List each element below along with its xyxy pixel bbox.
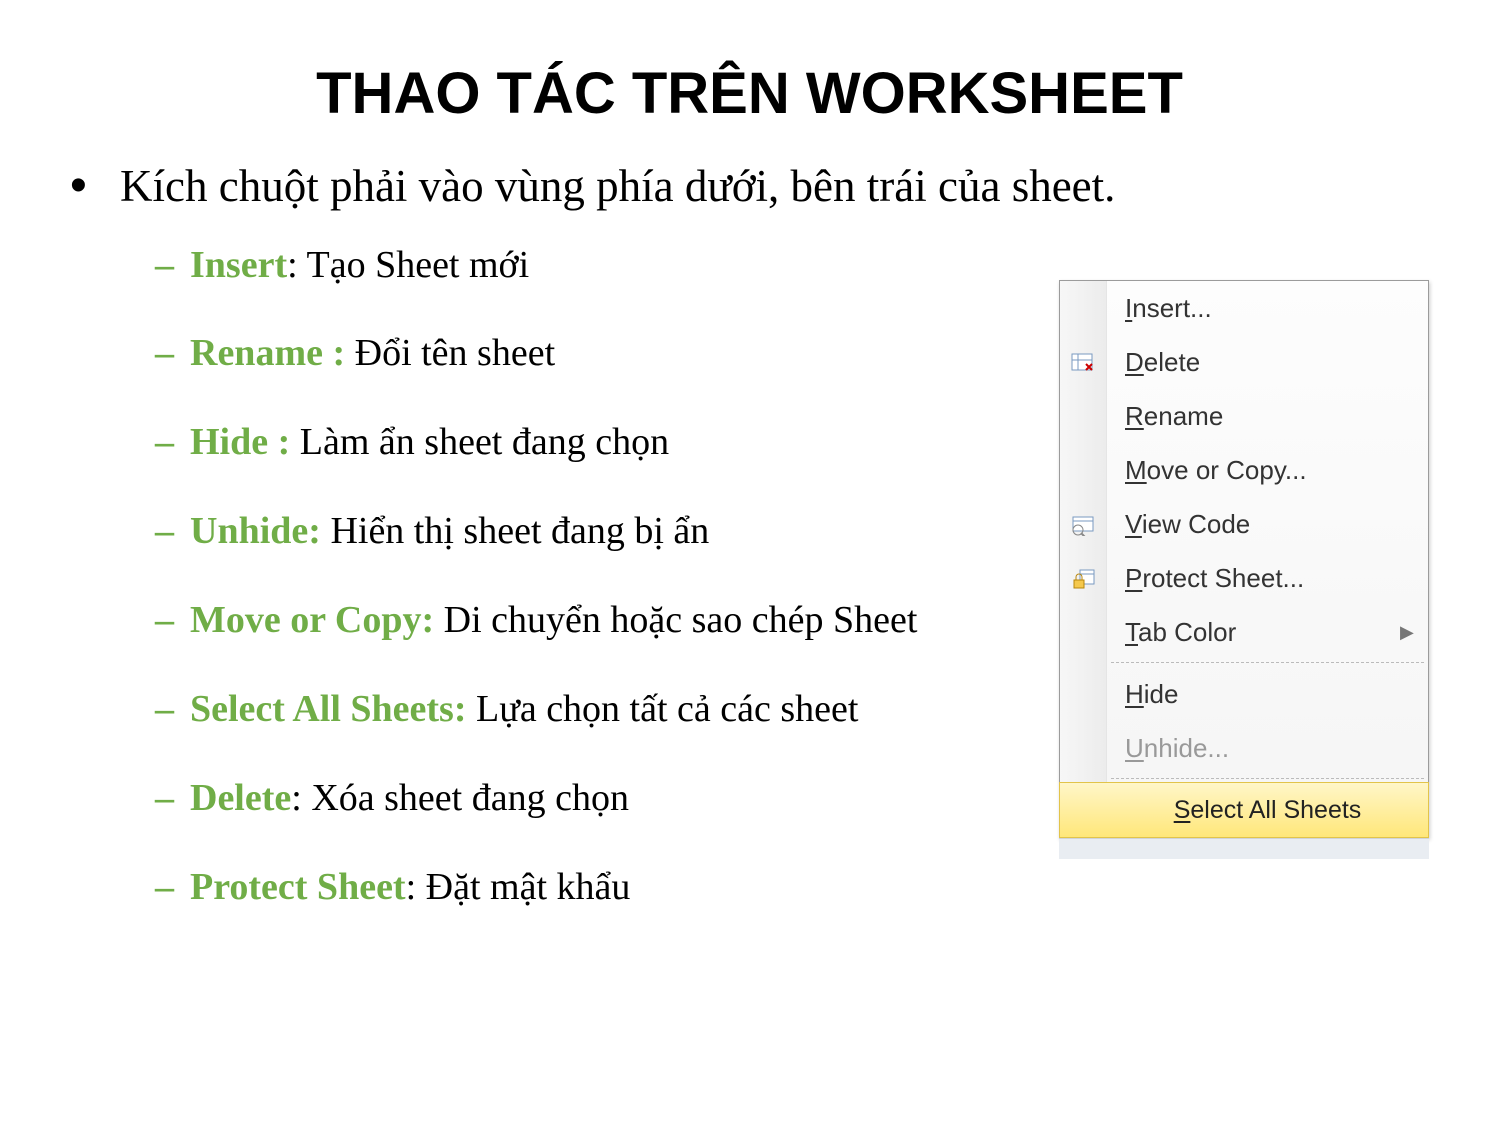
blank-icon [1060, 783, 1107, 837]
list-item: Protect Sheet: Đặt mật khẩu [155, 858, 975, 917]
blank-icon [1060, 667, 1107, 721]
delete-sheet-icon [1060, 335, 1107, 389]
menu-item-tab-color[interactable]: Tab Color ▶ [1060, 605, 1428, 659]
list-item: Move or Copy: Di chuyển hoặc sao chép Sh… [155, 591, 975, 650]
menu-item-move-or-copy[interactable]: Move or Copy... [1060, 443, 1428, 497]
submenu-arrow-icon: ▶ [1400, 622, 1428, 643]
term: Delete [190, 777, 291, 819]
term: Insert [190, 244, 287, 286]
list-item: Insert: Tạo Sheet mới [155, 236, 975, 295]
term: Rename [190, 332, 332, 374]
definition-list: Insert: Tạo Sheet mới Rename : Đổi tên s… [120, 236, 975, 917]
blank-icon [1060, 721, 1107, 775]
menu-item-hide[interactable]: Hide [1060, 667, 1428, 721]
menu-item-delete[interactable]: Delete [1060, 335, 1428, 389]
term: Unhide [190, 510, 308, 552]
list-item: Rename : Đổi tên sheet [155, 324, 975, 383]
term: Select All Sheets [190, 688, 454, 730]
slide-title: THAO TÁC TRÊN WORKSHEET [70, 60, 1429, 127]
menu-item-rename[interactable]: Rename [1060, 389, 1428, 443]
blank-icon [1060, 389, 1107, 443]
blank-icon [1060, 281, 1107, 335]
view-code-icon [1060, 497, 1107, 551]
desc: Tạo Sheet mới [306, 244, 529, 286]
menu-separator [1060, 659, 1428, 667]
desc: Đặt mật khẩu [426, 866, 631, 908]
menu-item-view-code[interactable]: View Code [1060, 497, 1428, 551]
desc: Hiển thị sheet đang bị ẩn [330, 510, 709, 552]
protect-sheet-icon [1060, 551, 1107, 605]
desc: Làm ẩn sheet đang chọn [300, 421, 669, 463]
blank-icon [1060, 443, 1107, 497]
menu-item-select-all-sheets[interactable]: Select All Sheets [1059, 782, 1429, 838]
list-item: Hide : Làm ẩn sheet đang chọn [155, 413, 975, 472]
desc: Đổi tên sheet [355, 332, 556, 374]
list-item: Delete: Xóa sheet đang chọn [155, 769, 975, 828]
list-item: Select All Sheets: Lựa chọn tất cả các s… [155, 680, 975, 739]
desc: Xóa sheet đang chọn [311, 777, 629, 819]
intro-text: Kích chuột phải vào vùng phía dưới, bên … [120, 161, 1115, 211]
blank-icon [1060, 605, 1107, 659]
term: Hide [190, 421, 278, 463]
term: Move or Copy [190, 599, 422, 641]
context-menu: Insert... Delete Rename Move or Copy... [1059, 280, 1429, 859]
menu-item-unhide: Unhide... [1060, 721, 1428, 775]
desc: Di chuyển hoặc sao chép Sheet [444, 599, 918, 641]
slide: THAO TÁC TRÊN WORKSHEET Kích chuột phải … [0, 0, 1499, 1124]
menu-item-insert[interactable]: Insert... [1060, 281, 1428, 335]
sheet-tab-strip-fragment [1059, 838, 1429, 859]
desc: Lựa chọn tất cả các sheet [476, 688, 858, 730]
list-item: Unhide: Hiển thị sheet đang bị ẩn [155, 502, 975, 561]
menu-item-protect-sheet[interactable]: Protect Sheet... [1060, 551, 1428, 605]
term: Protect Sheet [190, 866, 406, 908]
